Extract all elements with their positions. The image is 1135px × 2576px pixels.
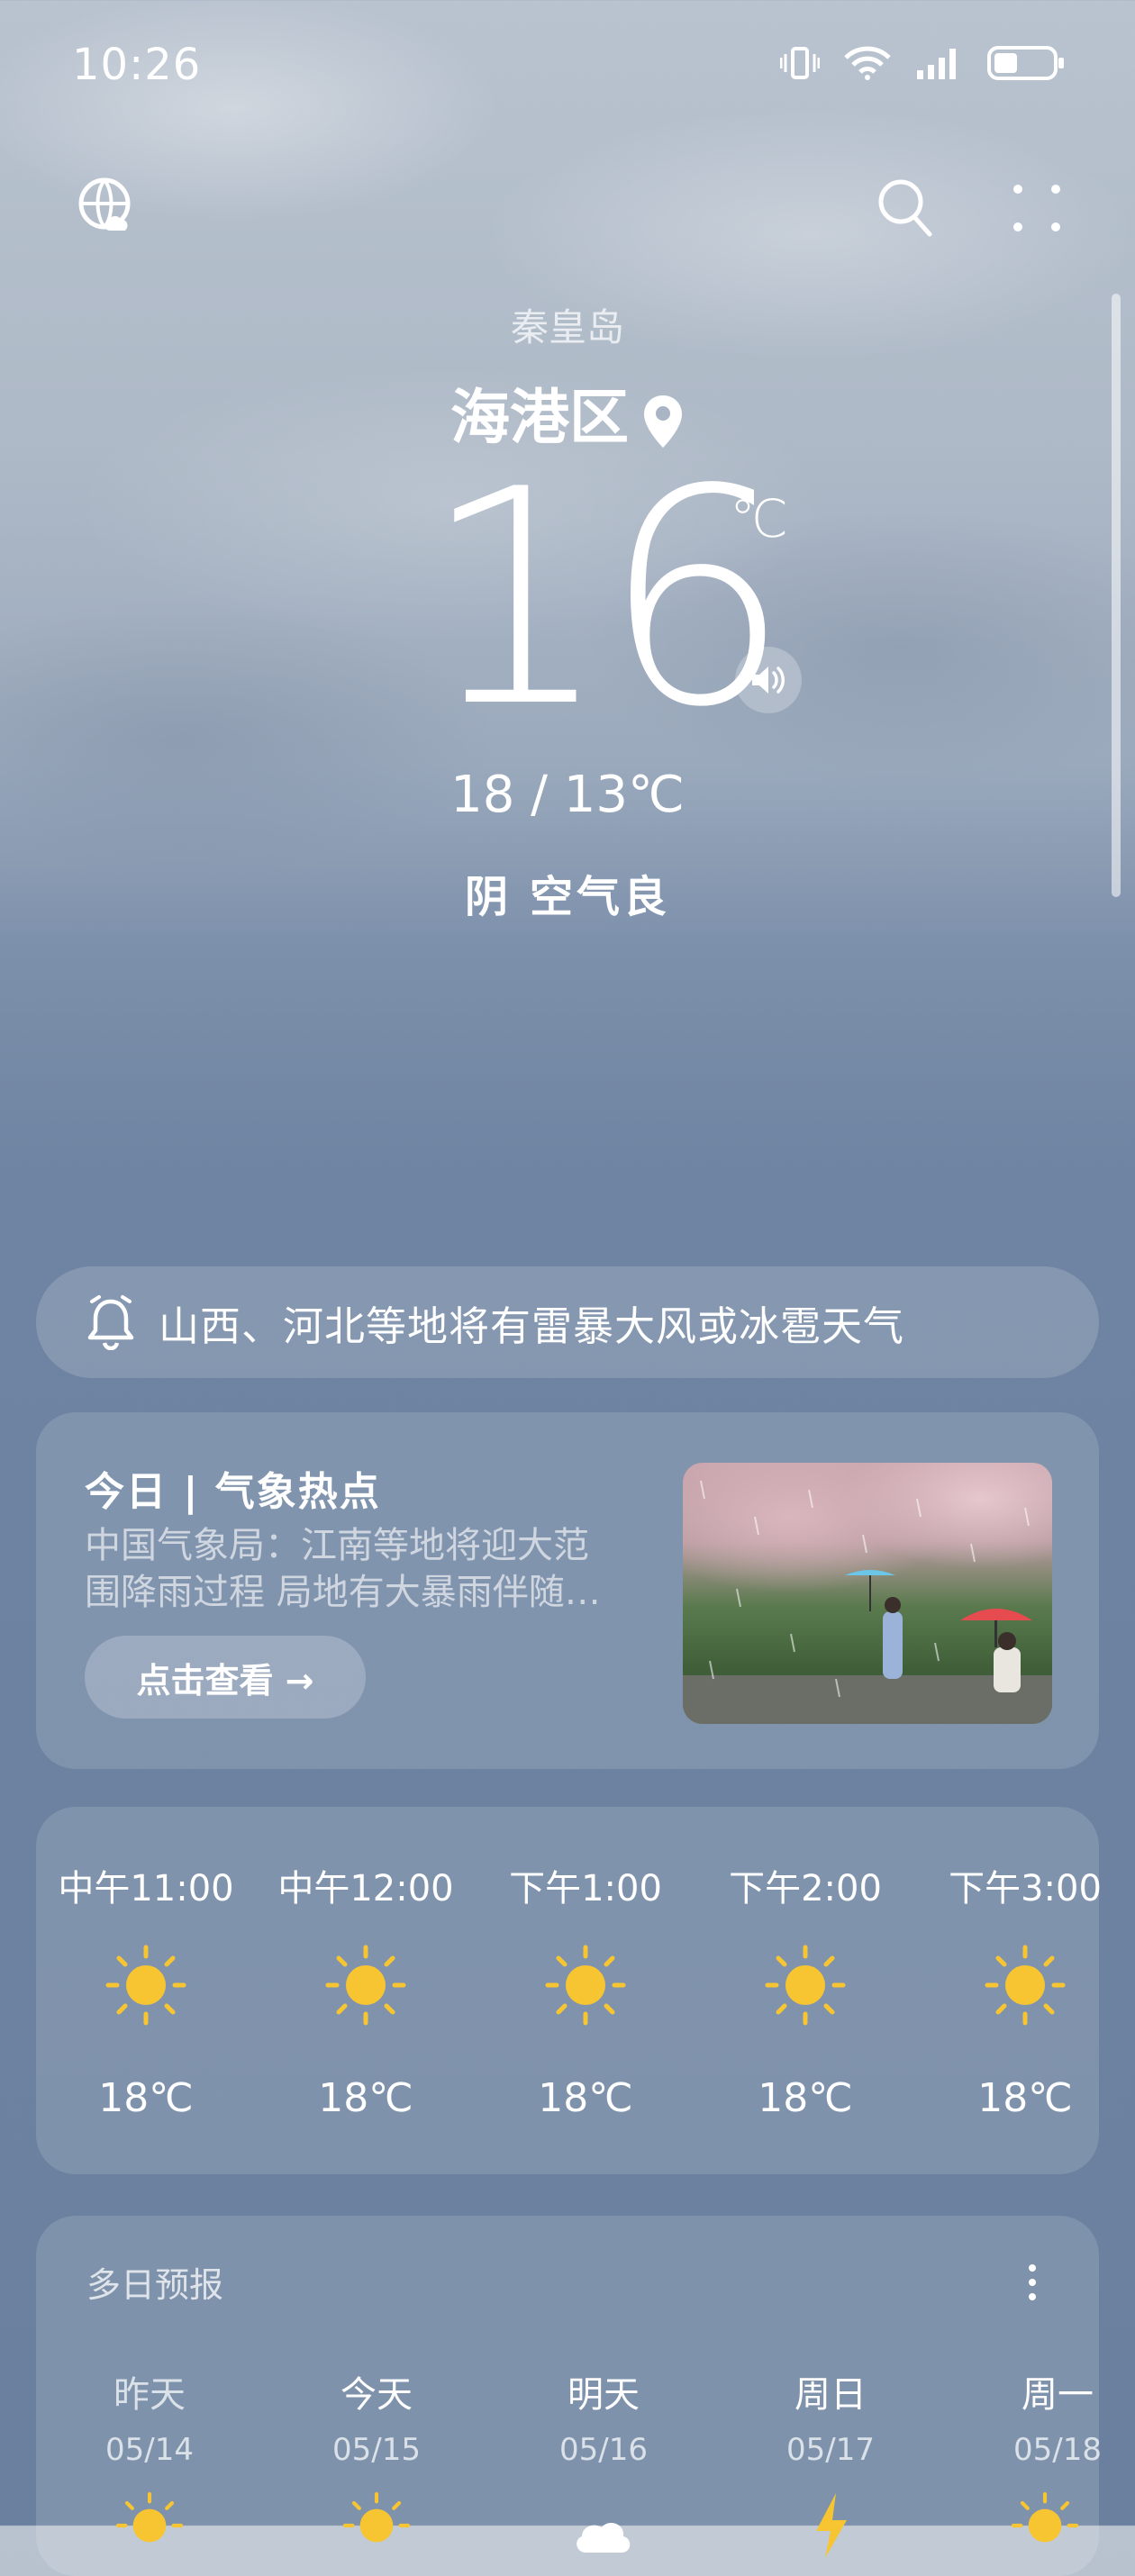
day-name: 昨天	[114, 2374, 186, 2416]
air-quality-text: 空气良	[530, 872, 671, 922]
day-date: 05/15	[332, 2432, 421, 2468]
sun-icon	[1011, 2491, 1079, 2543]
condition-text: 阴	[464, 872, 512, 922]
alert-text: 山西、河北等地将有雷暴大风或冰雹天气	[159, 1302, 905, 1350]
search-button[interactable]	[876, 177, 933, 241]
battery-fill	[994, 53, 1017, 73]
day-name: 周一	[1022, 2374, 1094, 2416]
more-dots-icon	[1013, 185, 1060, 231]
hour-time: 中午11:00	[58, 1868, 234, 1909]
sun-icon	[325, 1945, 406, 2026]
vertical-dots-icon	[1029, 2264, 1036, 2300]
day-date: 05/18	[1013, 2432, 1102, 2468]
weather-hot-topic-card[interactable]: 今日 | 气象热点 中国气象局：江南等地将迎大范 围降雨过程 局地有大暴雨伴随……	[36, 1412, 1099, 1769]
voice-broadcast-button[interactable]	[735, 647, 802, 713]
scrollbar[interactable]	[1112, 294, 1121, 897]
hour-temperature: 18℃	[98, 2075, 194, 2121]
wifi-icon	[844, 46, 891, 80]
daily-more-button[interactable]	[1012, 2255, 1052, 2309]
day-date: 05/14	[105, 2432, 194, 2468]
hot-topic-photo[interactable]	[683, 1463, 1052, 1724]
cloud-icon	[577, 2523, 631, 2553]
day-name: 周日	[794, 2374, 867, 2416]
weather-condition: 阴空气良	[0, 861, 1135, 924]
hot-topic-title: 今日 | 气象热点	[85, 1469, 381, 1515]
vibrate-icon	[780, 47, 820, 79]
hour-time: 下午3:00	[949, 1868, 1102, 1909]
high-low-temperature: 18 / 13℃	[450, 766, 685, 824]
day-date: 05/16	[559, 2432, 648, 2468]
hour-time: 中午12:00	[277, 1868, 454, 1909]
hour-time: 下午1:00	[509, 1868, 662, 1909]
more-menu-button[interactable]	[1012, 184, 1063, 238]
day-name: 今天	[340, 2374, 413, 2416]
alarm-bell-icon	[87, 1295, 134, 1350]
speaker-icon	[752, 667, 785, 694]
signal-icon	[917, 49, 956, 79]
hour-temperature: 18℃	[318, 2075, 413, 2121]
battery-icon	[987, 46, 1064, 80]
hourly-forecast-card[interactable]: 中午11:00 18℃ 中午12:00 18℃ 下午1:00 18℃ 下午2:0…	[36, 1807, 1102, 2174]
day-name: 明天	[568, 2374, 640, 2416]
hour-temperature: 18℃	[977, 2075, 1073, 2121]
hour-time: 下午2:00	[729, 1868, 882, 1909]
sun-icon	[342, 2491, 411, 2543]
sun-icon	[105, 1945, 186, 2026]
city-manage-button[interactable]	[77, 177, 139, 241]
weather-alert-banner[interactable]: 山西、河北等地将有雷暴大风或冰雹天气	[36, 1266, 1099, 1378]
status-time: 10:26	[72, 40, 202, 90]
status-icons	[780, 45, 1064, 81]
hot-topic-desc-line-1: 中国气象局：江南等地将迎大范	[85, 1525, 589, 1566]
search-icon	[878, 179, 932, 237]
globe-weather-icon	[78, 177, 131, 231]
hour-temperature: 18℃	[758, 2075, 853, 2121]
sun-icon	[115, 2491, 184, 2543]
sun-icon	[765, 1945, 846, 2026]
multi-day-forecast-card[interactable]: 多日预报 昨天 05/14 今天 05/15 明天 05/16 周日 05/17…	[36, 2216, 1102, 2576]
hot-topic-description: 中国气象局：江南等地将迎大范 围降雨过程 局地有大暴雨伴随…	[85, 1522, 643, 1616]
current-temperature: 16	[422, 426, 791, 772]
view-details-button[interactable]: 点击查看 →	[85, 1636, 366, 1719]
daily-forecast-title: 多日预报	[86, 2265, 224, 2305]
city-name: 秦皇岛	[510, 305, 624, 349]
sun-icon	[545, 1945, 626, 2026]
thunder-icon	[816, 2493, 847, 2558]
hot-topic-desc-line-2: 围降雨过程 局地有大暴雨伴随…	[85, 1572, 601, 1613]
rain-umbrella-scene-icon	[683, 1480, 1052, 1724]
day-date: 05/17	[786, 2432, 875, 2468]
sun-icon	[985, 1945, 1066, 2026]
hour-temperature: 18℃	[538, 2075, 633, 2121]
temperature-unit: ℃	[730, 488, 789, 549]
